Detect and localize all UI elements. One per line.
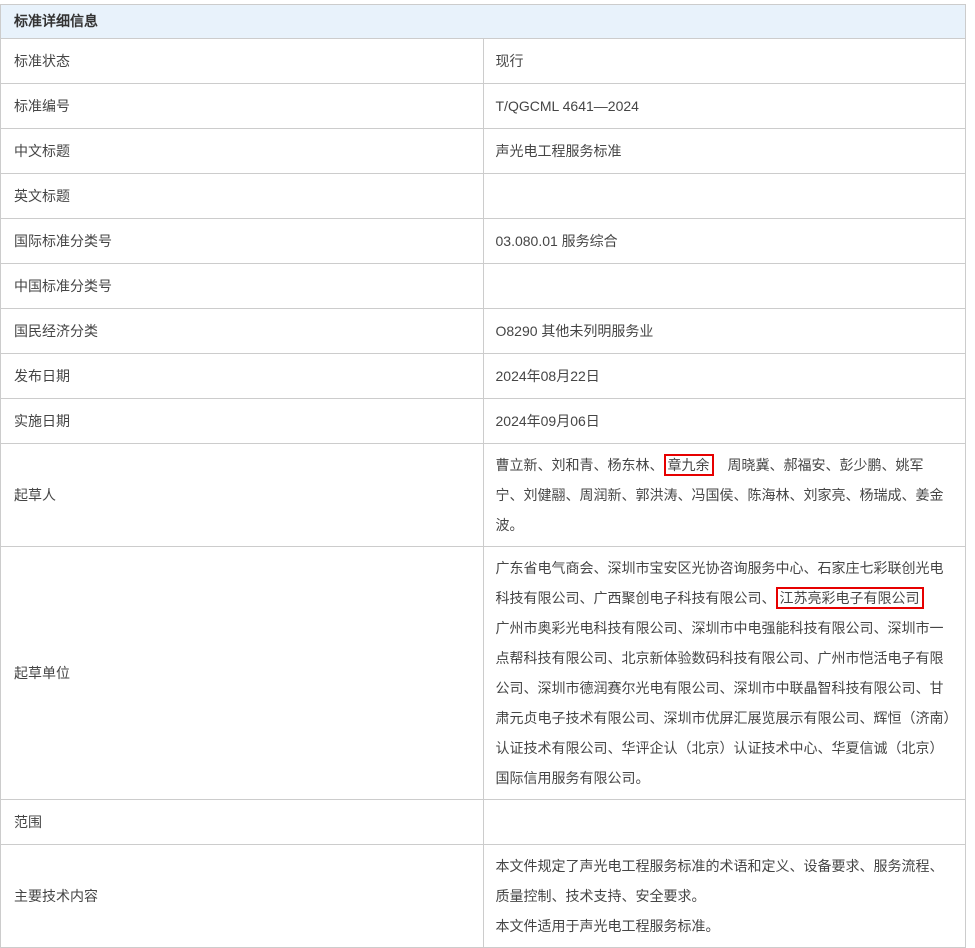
row-label: 起草单位 <box>1 547 484 800</box>
table-header: 标准详细信息 <box>1 5 966 39</box>
row-label: 发布日期 <box>1 354 484 399</box>
row-value <box>483 264 966 309</box>
row-value: 本文件规定了声光电工程服务标准的术语和定义、设备要求、服务流程、质量控制、技术支… <box>483 845 966 948</box>
row-label: 范围 <box>1 800 484 845</box>
table-header-row: 标准详细信息 <box>1 5 966 39</box>
row-value: 2024年09月06日 <box>483 399 966 444</box>
table-row: 范围 <box>1 800 966 845</box>
row-value <box>483 800 966 845</box>
row-value: T/QGCML 4641—2024 <box>483 84 966 129</box>
row-label: 起草人 <box>1 444 484 547</box>
table-row: 标准编号T/QGCML 4641—2024 <box>1 84 966 129</box>
row-label: 英文标题 <box>1 174 484 219</box>
standard-detail-page: 标准详细信息 标准状态现行标准编号T/QGCML 4641—2024中文标题声光… <box>0 4 966 948</box>
row-label: 中文标题 <box>1 129 484 174</box>
row-value: 2024年08月22日 <box>483 354 966 399</box>
table-row: 标准状态现行 <box>1 39 966 84</box>
table-row: 国际标准分类号03.080.01 服务综合 <box>1 219 966 264</box>
row-label: 中国标准分类号 <box>1 264 484 309</box>
highlight-annotation: 江苏亮彩电子有限公司 <box>776 587 924 609</box>
page-title: 标准详细信息 <box>1 5 966 39</box>
row-value: 广东省电气商会、深圳市宝安区光协咨询服务中心、石家庄七彩联创光电科技有限公司、广… <box>483 547 966 800</box>
table-row: 中文标题声光电工程服务标准 <box>1 129 966 174</box>
value-text: 广州市奥彩光电科技有限公司、深圳市中电强能科技有限公司、深圳市一点帮科技有限公司… <box>496 590 951 786</box>
row-label: 标准状态 <box>1 39 484 84</box>
table-body: 标准状态现行标准编号T/QGCML 4641—2024中文标题声光电工程服务标准… <box>1 39 966 948</box>
table-row: 起草人曹立新、刘和青、杨东林、章九余 周晓冀、郝福安、彭少鹏、姚军宁、刘健翮、周… <box>1 444 966 547</box>
row-value: O8290 其他未列明服务业 <box>483 309 966 354</box>
row-value: 03.080.01 服务综合 <box>483 219 966 264</box>
table-row: 实施日期2024年09月06日 <box>1 399 966 444</box>
standard-detail-table: 标准详细信息 标准状态现行标准编号T/QGCML 4641—2024中文标题声光… <box>0 4 966 948</box>
table-row: 起草单位广东省电气商会、深圳市宝安区光协咨询服务中心、石家庄七彩联创光电科技有限… <box>1 547 966 800</box>
row-label: 国际标准分类号 <box>1 219 484 264</box>
row-value: 曹立新、刘和青、杨东林、章九余 周晓冀、郝福安、彭少鹏、姚军宁、刘健翮、周润新、… <box>483 444 966 547</box>
table-row: 中国标准分类号 <box>1 264 966 309</box>
table-row: 主要技术内容本文件规定了声光电工程服务标准的术语和定义、设备要求、服务流程、质量… <box>1 845 966 948</box>
row-label: 实施日期 <box>1 399 484 444</box>
row-value: 声光电工程服务标准 <box>483 129 966 174</box>
highlight-annotation: 章九余 <box>664 454 714 476</box>
row-value <box>483 174 966 219</box>
value-paragraph: 本文件规定了声光电工程服务标准的术语和定义、设备要求、服务流程、质量控制、技术支… <box>496 851 952 911</box>
row-value: 现行 <box>483 39 966 84</box>
table-row: 英文标题 <box>1 174 966 219</box>
row-label: 国民经济分类 <box>1 309 484 354</box>
table-row: 发布日期2024年08月22日 <box>1 354 966 399</box>
value-paragraph: 本文件适用于声光电工程服务标准。 <box>496 911 952 941</box>
row-label: 标准编号 <box>1 84 484 129</box>
value-text: 曹立新、刘和青、杨东林、 <box>496 457 664 473</box>
table-row: 国民经济分类O8290 其他未列明服务业 <box>1 309 966 354</box>
row-label: 主要技术内容 <box>1 845 484 948</box>
